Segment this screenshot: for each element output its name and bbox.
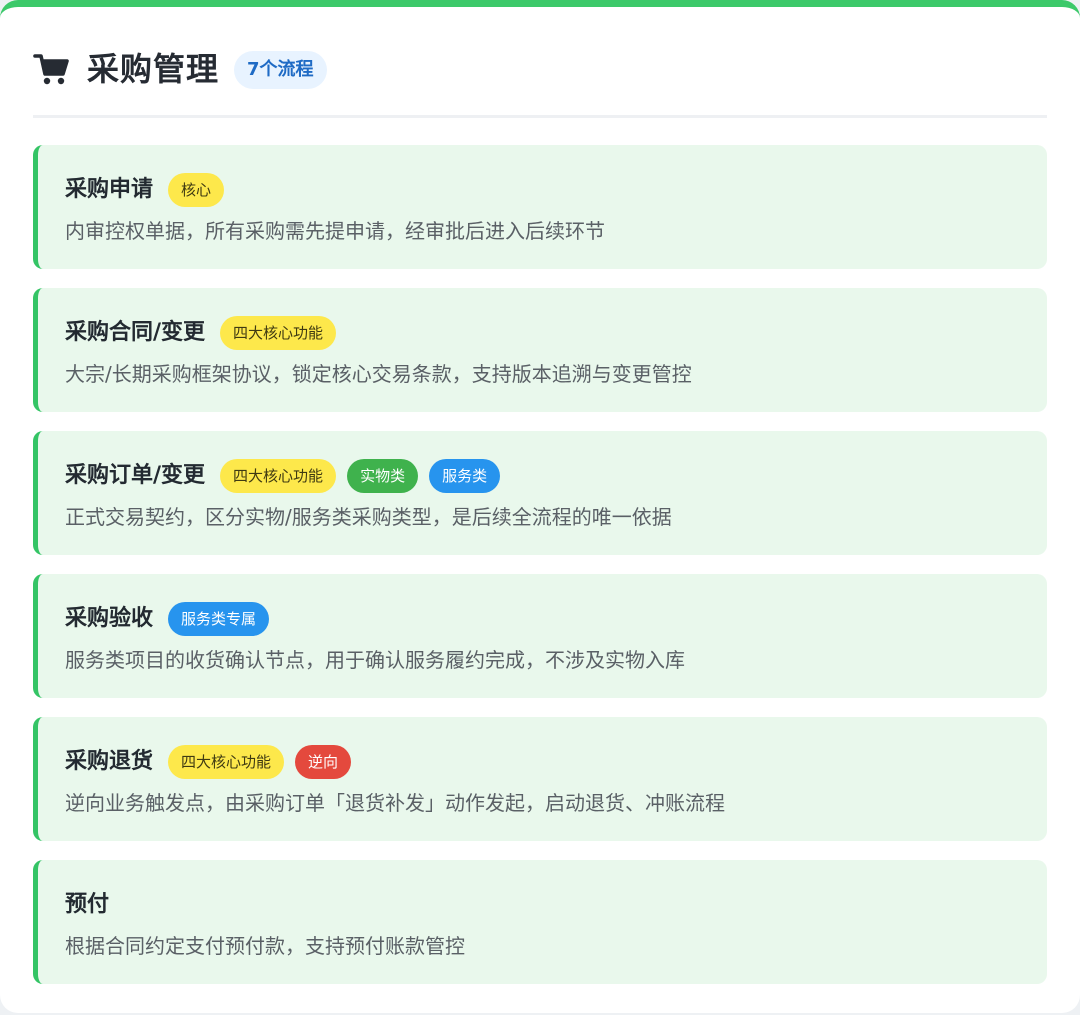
process-item-header: 预付 [65,887,1047,923]
process-item-purchase-order[interactable]: 采购订单/变更 四大核心功能 实物类 服务类 正式交易契约，区分实物/服务类采购… [33,431,1047,555]
process-list: 采购申请 核心 内审控权单据，所有采购需先提申请，经审批后进入后续环节 采购合同… [33,145,1047,1003]
page-title: 采购管理 [87,50,220,88]
tag-services: 服务类 [429,459,501,493]
tag-physical-goods: 实物类 [347,459,419,493]
process-item-description: 服务类项目的收货确认节点，用于确认服务履约完成，不涉及实物入库 [65,648,685,672]
process-item-purchase-acceptance[interactable]: 采购验收 服务类专属 服务类项目的收货确认节点，用于确认服务履约完成，不涉及实物… [33,574,1047,698]
process-item-header: 采购申请 核心 [65,172,1047,208]
procurement-card: 采购管理 7个流程 采购申请 核心 内审控权单据，所有采购需先提申请，经审批后进… [0,0,1080,1013]
process-item-description: 根据合同约定支付预付款，支持预付账款管控 [65,934,465,958]
tag-core: 核心 [168,173,225,207]
process-item-title: 采购验收 [65,606,154,631]
process-item-title: 预付 [65,892,110,917]
process-item-title: 采购订单/变更 [65,463,206,488]
process-item-purchase-return[interactable]: 采购退货 四大核心功能 逆向 逆向业务触发点，由采购订单「退货补发」动作发起，启… [33,717,1047,841]
process-item-description: 逆向业务触发点，由采购订单「退货补发」动作发起，启动退货、冲账流程 [65,791,725,815]
shopping-cart-icon [33,51,69,87]
process-item-header: 采购订单/变更 四大核心功能 实物类 服务类 [65,458,1047,494]
process-item-title: 采购合同/变更 [65,320,206,345]
card-header: 采购管理 7个流程 [33,45,1047,118]
process-item-header: 采购验收 服务类专属 [65,601,1047,637]
process-item-purchase-request[interactable]: 采购申请 核心 内审控权单据，所有采购需先提申请，经审批后进入后续环节 [33,145,1047,269]
process-item-description: 大宗/长期采购框架协议，锁定核心交易条款，支持版本追溯与变更管控 [65,362,692,386]
tag-services-exclusive: 服务类专属 [168,602,270,636]
process-item-description: 正式交易契约，区分实物/服务类采购类型，是后续全流程的唯一依据 [65,505,672,529]
process-item-header: 采购合同/变更 四大核心功能 [65,315,1047,351]
process-item-header: 采购退货 四大核心功能 逆向 [65,744,1047,780]
tag-four-core-functions: 四大核心功能 [168,745,285,779]
process-count-badge: 7个流程 [234,51,327,89]
process-item-title: 采购退货 [65,749,154,774]
tag-four-core-functions: 四大核心功能 [220,316,337,350]
process-item-purchase-contract[interactable]: 采购合同/变更 四大核心功能 大宗/长期采购框架协议，锁定核心交易条款，支持版本… [33,288,1047,412]
process-item-prepayment[interactable]: 预付 根据合同约定支付预付款，支持预付账款管控 [33,860,1047,984]
process-item-title: 采购申请 [65,177,154,202]
tag-four-core-functions: 四大核心功能 [220,459,337,493]
tag-reverse: 逆向 [295,745,352,779]
process-item-description: 内审控权单据，所有采购需先提申请，经审批后进入后续环节 [65,219,605,243]
